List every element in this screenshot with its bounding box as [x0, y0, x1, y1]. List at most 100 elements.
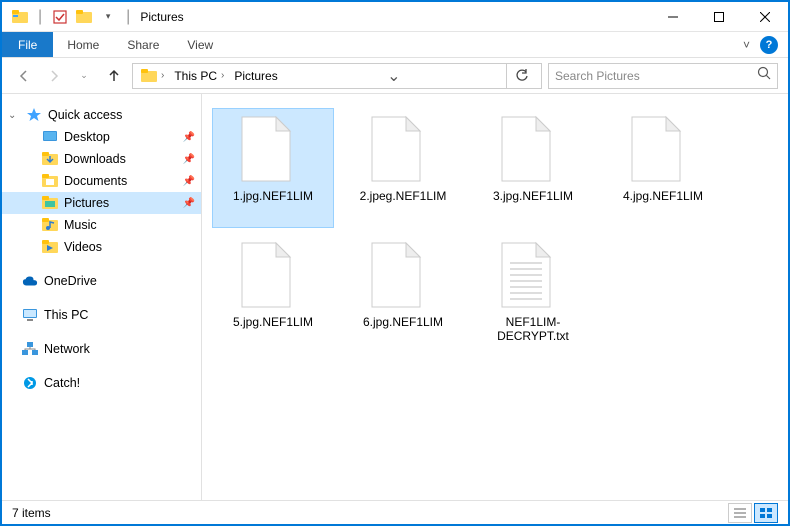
- search-input[interactable]: [555, 69, 757, 83]
- chevron-down-icon[interactable]: ⌄: [8, 110, 20, 121]
- blank-file-icon: [628, 115, 698, 185]
- recent-dropdown[interactable]: ⌄: [72, 64, 96, 88]
- file-item[interactable]: 1.jpg.NEF1LIM: [212, 108, 334, 228]
- minimize-button[interactable]: [650, 2, 696, 32]
- cloud-icon: [22, 273, 38, 289]
- sidebar-item-label: Network: [44, 342, 90, 356]
- sidebar-item-label: Documents: [64, 174, 127, 188]
- sidebar-network[interactable]: Network: [2, 338, 201, 360]
- title-bar: | ▾ | Pictures: [2, 2, 788, 32]
- sidebar-quick-access[interactable]: ⌄ Quick access: [2, 104, 201, 126]
- window-controls: [650, 2, 788, 32]
- qat-dropdown-icon[interactable]: [74, 7, 94, 27]
- folder-icon: [42, 151, 58, 167]
- sidebar-item-desktop[interactable]: Desktop 📌: [2, 126, 201, 148]
- ribbon-expand-icon[interactable]: ˅: [743, 38, 750, 52]
- breadcrumb-pictures[interactable]: Pictures: [230, 69, 281, 83]
- file-item[interactable]: 2.jpeg.NEF1LIM: [342, 108, 464, 228]
- star-icon: [26, 107, 42, 123]
- blank-file-icon: [238, 115, 308, 185]
- ribbon-tabs: File Home Share View ˅ ?: [2, 32, 788, 58]
- file-name: 3.jpg.NEF1LIM: [477, 189, 589, 203]
- file-name: 1.jpg.NEF1LIM: [217, 189, 329, 203]
- breadcrumb-thispc[interactable]: This PC ›: [170, 69, 228, 83]
- separator: |: [126, 8, 130, 26]
- main-area: ⌄ Quick access Desktop📌Downloads📌Documen…: [2, 94, 788, 500]
- window-title: Pictures: [140, 10, 183, 24]
- blank-file-icon: [368, 241, 438, 311]
- refresh-button[interactable]: [506, 64, 537, 88]
- properties-icon[interactable]: [50, 7, 70, 27]
- computer-icon: [22, 307, 38, 323]
- tab-share[interactable]: Share: [113, 32, 173, 57]
- file-name: 6.jpg.NEF1LIM: [347, 315, 459, 329]
- sidebar-item-label: This PC: [44, 308, 88, 322]
- tab-home[interactable]: Home: [53, 32, 113, 57]
- file-name: 2.jpeg.NEF1LIM: [347, 189, 459, 203]
- breadcrumb[interactable]: › This PC › Pictures ⌄: [132, 63, 542, 89]
- file-item[interactable]: 6.jpg.NEF1LIM: [342, 234, 464, 354]
- icons-view-button[interactable]: [754, 503, 778, 523]
- folder-icon: [42, 217, 58, 233]
- sidebar-item-music[interactable]: Music: [2, 214, 201, 236]
- file-item[interactable]: NEF1LIM-DECRYPT.txt: [472, 234, 594, 354]
- folder-icon: [42, 195, 58, 211]
- text-file-icon: [498, 241, 568, 311]
- tab-view[interactable]: View: [173, 32, 227, 57]
- folder-icon: [42, 129, 58, 145]
- close-button[interactable]: [742, 2, 788, 32]
- folder-icon: [42, 239, 58, 255]
- navigation-pane: ⌄ Quick access Desktop📌Downloads📌Documen…: [2, 94, 202, 500]
- pin-icon: 📌: [183, 176, 195, 187]
- item-count: 7 items: [12, 506, 51, 520]
- file-name: 5.jpg.NEF1LIM: [217, 315, 329, 329]
- sidebar-item-label: OneDrive: [44, 274, 97, 288]
- sidebar-item-label: Downloads: [64, 152, 126, 166]
- blank-file-icon: [368, 115, 438, 185]
- sidebar-item-videos[interactable]: Videos: [2, 236, 201, 258]
- search-box[interactable]: [548, 63, 778, 89]
- catch-icon: [22, 375, 38, 391]
- sidebar-item-documents[interactable]: Documents 📌: [2, 170, 201, 192]
- chevron-down-icon[interactable]: ▾: [98, 7, 118, 27]
- network-icon: [22, 341, 38, 357]
- file-grid[interactable]: 1.jpg.NEF1LIM 2.jpeg.NEF1LIM 3.jpg.NEF1LIM…: [202, 94, 788, 500]
- file-tab[interactable]: File: [2, 32, 53, 57]
- status-bar: 7 items: [2, 500, 788, 524]
- sidebar-catch[interactable]: Catch!: [2, 372, 201, 394]
- sidebar-item-label: Music: [64, 218, 97, 232]
- file-item[interactable]: 3.jpg.NEF1LIM: [472, 108, 594, 228]
- blank-file-icon: [498, 115, 568, 185]
- file-name: NEF1LIM-DECRYPT.txt: [477, 315, 589, 344]
- pin-icon: 📌: [183, 132, 195, 143]
- details-view-button[interactable]: [728, 503, 752, 523]
- help-icon[interactable]: ?: [760, 36, 778, 54]
- maximize-button[interactable]: [696, 2, 742, 32]
- pin-icon: 📌: [183, 198, 195, 209]
- chevron-right-icon: ›: [221, 70, 224, 81]
- chevron-right-icon: ›: [161, 70, 164, 81]
- sidebar-item-label: Catch!: [44, 376, 80, 390]
- sidebar-item-label: Videos: [64, 240, 102, 254]
- sidebar-item-label: Quick access: [48, 108, 122, 122]
- sidebar-thispc[interactable]: This PC: [2, 304, 201, 326]
- up-button[interactable]: [102, 64, 126, 88]
- sidebar-item-pictures[interactable]: Pictures 📌: [2, 192, 201, 214]
- folder-icon: [42, 173, 58, 189]
- breadcrumb-root-icon[interactable]: ›: [137, 69, 168, 83]
- explorer-icon: [10, 7, 30, 27]
- address-bar: ⌄ › This PC › Pictures ⌄: [2, 58, 788, 94]
- back-button[interactable]: [12, 64, 36, 88]
- separator: |: [38, 8, 42, 26]
- forward-button[interactable]: [42, 64, 66, 88]
- quick-access-toolbar: | ▾ |: [10, 7, 134, 27]
- pin-icon: 📌: [183, 154, 195, 165]
- sidebar-item-label: Pictures: [64, 196, 109, 210]
- sidebar-onedrive[interactable]: OneDrive: [2, 270, 201, 292]
- address-dropdown-icon[interactable]: ⌄: [381, 66, 406, 86]
- search-icon[interactable]: [757, 66, 771, 85]
- sidebar-item-label: Desktop: [64, 130, 110, 144]
- sidebar-item-downloads[interactable]: Downloads 📌: [2, 148, 201, 170]
- file-item[interactable]: 4.jpg.NEF1LIM: [602, 108, 724, 228]
- file-item[interactable]: 5.jpg.NEF1LIM: [212, 234, 334, 354]
